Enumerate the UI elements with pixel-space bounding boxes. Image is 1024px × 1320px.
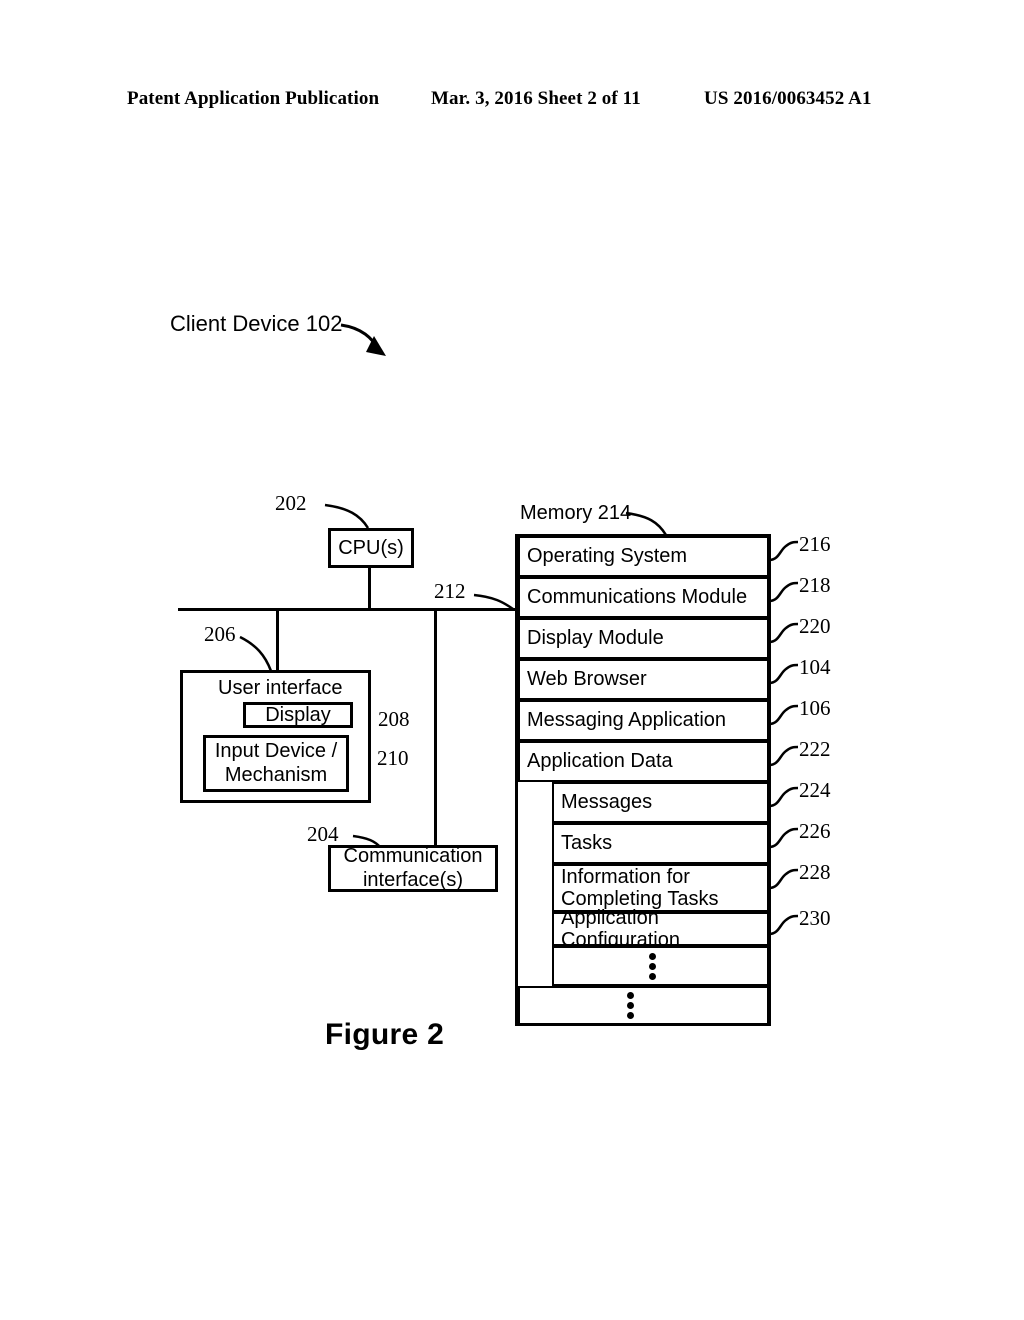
ref-206: 206 (204, 622, 236, 646)
memory-row-application-data: Application Data (518, 741, 769, 782)
memory-label: Memory 214 (520, 502, 632, 524)
client-device-label: Client Device 102 (170, 311, 343, 336)
ref-222: 222 (799, 737, 831, 761)
display-label: Display (265, 703, 331, 726)
application-data-row-application-configuration: Application Configuration (552, 907, 769, 951)
memory-row-communications-module: Communications Module (518, 577, 769, 618)
system-bus-line (178, 608, 518, 611)
bus-ui-connector (276, 611, 279, 671)
ref-106: 106 (799, 696, 831, 720)
ref-202: 202 (275, 491, 307, 515)
client-device-arrowhead (366, 336, 386, 356)
memory-row-leaders (768, 540, 799, 936)
input-device-label: Input Device / Mechanism (214, 739, 338, 786)
ref-208: 208 (378, 707, 410, 731)
cpu-bus-connector (368, 568, 371, 609)
application-data-ellipsis-row (552, 946, 769, 986)
bus-comm-connector (434, 611, 437, 848)
communication-interface-block: Communication interface(s) (328, 845, 498, 892)
memory-row-display-module: Display Module (518, 618, 769, 659)
memory-ellipsis-row (518, 986, 769, 1025)
memory-row-messaging-application: Messaging Application (518, 700, 769, 741)
cpu-block: CPU(s) (328, 528, 414, 568)
leader-lines-overlay (239, 323, 799, 936)
display-block: Display (243, 702, 353, 728)
ellipsis-dot-icon (649, 953, 656, 960)
memory-row-operating-system: Operating System (518, 536, 769, 577)
ref-228: 228 (799, 860, 831, 884)
leader-206 (239, 635, 273, 672)
application-data-row-information-for-completing-tasks: Information for Completing Tasks (552, 864, 769, 912)
ref-218: 218 (799, 573, 831, 597)
cpu-label: CPU(s) (338, 536, 404, 559)
ref-226: 226 (799, 819, 831, 843)
user-interface-label: User interface (218, 677, 343, 699)
header-date-sheet: Mar. 3, 2016 Sheet 2 of 11 (431, 88, 641, 109)
input-device-block: Input Device / Mechanism (203, 735, 349, 792)
application-data-row-messages: Messages (552, 782, 769, 823)
header-publication-title: Patent Application Publication (127, 88, 380, 109)
ellipsis-dot-icon (649, 963, 656, 970)
leader-214 (625, 511, 668, 536)
ref-216: 216 (799, 532, 831, 556)
client-device-arrow (340, 323, 381, 351)
ref-220: 220 (799, 614, 831, 638)
figure-caption: Figure 2 (325, 1018, 445, 1051)
leader-212 (473, 593, 514, 611)
header-patent-number: US 2016/0063452 A1 (704, 88, 872, 109)
ref-104: 104 (799, 655, 831, 679)
ref-224: 224 (799, 778, 831, 802)
ref-230: 230 (799, 906, 831, 930)
ref-212: 212 (434, 579, 466, 603)
ref-210: 210 (377, 746, 409, 770)
application-data-row-tasks: Tasks (552, 823, 769, 864)
ellipsis-dot-icon (649, 973, 656, 980)
ref-204: 204 (307, 822, 339, 846)
ellipsis-dot-icon (627, 1012, 634, 1019)
communication-interface-label: Communication interface(s) (343, 844, 483, 891)
leader-202 (324, 503, 370, 529)
memory-row-web-browser: Web Browser (518, 659, 769, 700)
ellipsis-dot-icon (627, 992, 634, 999)
patent-figure-page: Patent Application Publication Mar. 3, 2… (0, 0, 1024, 1320)
ellipsis-dot-icon (627, 1002, 634, 1009)
